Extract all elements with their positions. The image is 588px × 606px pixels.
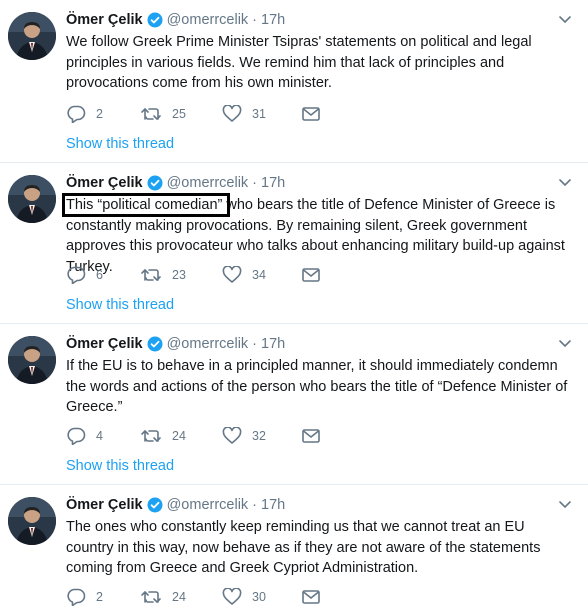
verified-badge-icon xyxy=(147,12,163,28)
timestamp[interactable]: 17h xyxy=(261,12,285,28)
reply-button[interactable]: 2 xyxy=(66,588,140,606)
retweet-button[interactable]: 24 xyxy=(140,428,222,444)
tweet-actions: 6 23 34 xyxy=(66,266,320,284)
reply-icon xyxy=(66,266,86,284)
message-button[interactable] xyxy=(302,107,320,121)
verified-badge-icon xyxy=(147,497,163,513)
heart-icon xyxy=(222,266,242,284)
retweet-icon xyxy=(140,428,162,444)
message-icon xyxy=(302,429,320,443)
retweet-button[interactable]: 23 xyxy=(140,267,222,283)
retweet-icon xyxy=(140,589,162,605)
tweet-text: If the EU is to behave in a principled m… xyxy=(66,358,568,415)
tweet-actions: 2 25 31 xyxy=(66,105,320,123)
author-name[interactable]: Ömer Çelik xyxy=(66,497,143,513)
like-count: 32 xyxy=(252,429,266,443)
timestamp[interactable]: 17h xyxy=(261,497,285,513)
reply-button[interactable]: 2 xyxy=(66,105,140,123)
caret-down-icon[interactable] xyxy=(558,12,572,24)
tweet-header: Ömer Çelik @omerrcelik · 17h xyxy=(66,173,285,193)
tweet-actions: 4 24 32 xyxy=(66,427,320,445)
separator-dot: · xyxy=(252,336,258,352)
author-name[interactable]: Ömer Çelik xyxy=(66,175,143,191)
heart-icon xyxy=(222,105,242,123)
reply-count: 2 xyxy=(96,107,103,121)
tweet-header: Ömer Çelik @omerrcelik · 17h xyxy=(66,10,285,30)
author-name[interactable]: Ömer Çelik xyxy=(66,12,143,28)
tweet[interactable]: Ömer Çelik @omerrcelik · 17h If the EU i… xyxy=(0,324,588,485)
timestamp[interactable]: 17h xyxy=(261,175,285,191)
message-button[interactable] xyxy=(302,429,320,443)
like-button[interactable]: 32 xyxy=(222,427,302,445)
show-thread-link[interactable]: Show this thread xyxy=(66,136,174,152)
reply-button[interactable]: 4 xyxy=(66,427,140,445)
like-button[interactable]: 34 xyxy=(222,266,302,284)
retweet-count: 24 xyxy=(172,429,186,443)
avatar[interactable] xyxy=(8,175,56,223)
tweet-text: This “political comedian” who bears the … xyxy=(61,193,576,277)
message-icon xyxy=(302,107,320,121)
retweet-button[interactable]: 25 xyxy=(140,106,222,122)
tweet-header: Ömer Çelik @omerrcelik · 17h xyxy=(66,495,285,515)
reply-button[interactable]: 6 xyxy=(66,266,140,284)
reply-icon xyxy=(66,105,86,123)
show-thread-link[interactable]: Show this thread xyxy=(66,297,174,313)
timestamp[interactable]: 17h xyxy=(261,336,285,352)
separator-dot: · xyxy=(252,175,258,191)
retweet-icon xyxy=(140,267,162,283)
caret-down-icon[interactable] xyxy=(558,336,572,348)
avatar[interactable] xyxy=(8,497,56,545)
retweet-icon xyxy=(140,106,162,122)
author-name[interactable]: Ömer Çelik xyxy=(66,336,143,352)
avatar[interactable] xyxy=(8,12,56,60)
avatar[interactable] xyxy=(8,336,56,384)
like-count: 31 xyxy=(252,107,266,121)
tweet-text: We follow Greek Prime Minister Tsipras' … xyxy=(66,34,532,91)
heart-icon xyxy=(222,427,242,445)
tweet[interactable]: Ömer Çelik @omerrcelik · 17h This “polit… xyxy=(0,163,588,324)
verified-badge-icon xyxy=(147,336,163,352)
heart-icon xyxy=(222,588,242,606)
tweet[interactable]: Ömer Çelik @omerrcelik · 17h We follow G… xyxy=(0,0,588,163)
retweet-count: 23 xyxy=(172,268,186,282)
like-button[interactable]: 31 xyxy=(222,105,302,123)
message-button[interactable] xyxy=(302,268,320,282)
message-icon xyxy=(302,268,320,282)
tweet-actions: 2 24 30 xyxy=(66,588,320,606)
show-thread-link[interactable]: Show this thread xyxy=(66,458,174,474)
author-handle[interactable]: @omerrcelik xyxy=(167,336,249,352)
like-button[interactable]: 30 xyxy=(222,588,302,606)
author-handle[interactable]: @omerrcelik xyxy=(167,12,249,28)
highlighted-phrase: This “political comedian” xyxy=(61,193,231,217)
tweet-header: Ömer Çelik @omerrcelik · 17h xyxy=(66,334,285,354)
tweet[interactable]: Ömer Çelik @omerrcelik · 17h The ones wh… xyxy=(0,485,588,606)
reply-icon xyxy=(66,588,86,606)
like-count: 34 xyxy=(252,268,266,282)
tweet-text: The ones who constantly keep reminding u… xyxy=(66,519,541,576)
retweet-button[interactable]: 24 xyxy=(140,589,222,605)
retweet-count: 25 xyxy=(172,107,186,121)
reply-count: 4 xyxy=(96,429,103,443)
separator-dot: · xyxy=(252,12,258,28)
reply-icon xyxy=(66,427,86,445)
author-handle[interactable]: @omerrcelik xyxy=(167,175,249,191)
separator-dot: · xyxy=(252,497,258,513)
caret-down-icon[interactable] xyxy=(558,497,572,509)
verified-badge-icon xyxy=(147,175,163,191)
caret-down-icon[interactable] xyxy=(558,175,572,187)
author-handle[interactable]: @omerrcelik xyxy=(167,497,249,513)
reply-count: 6 xyxy=(96,268,103,282)
